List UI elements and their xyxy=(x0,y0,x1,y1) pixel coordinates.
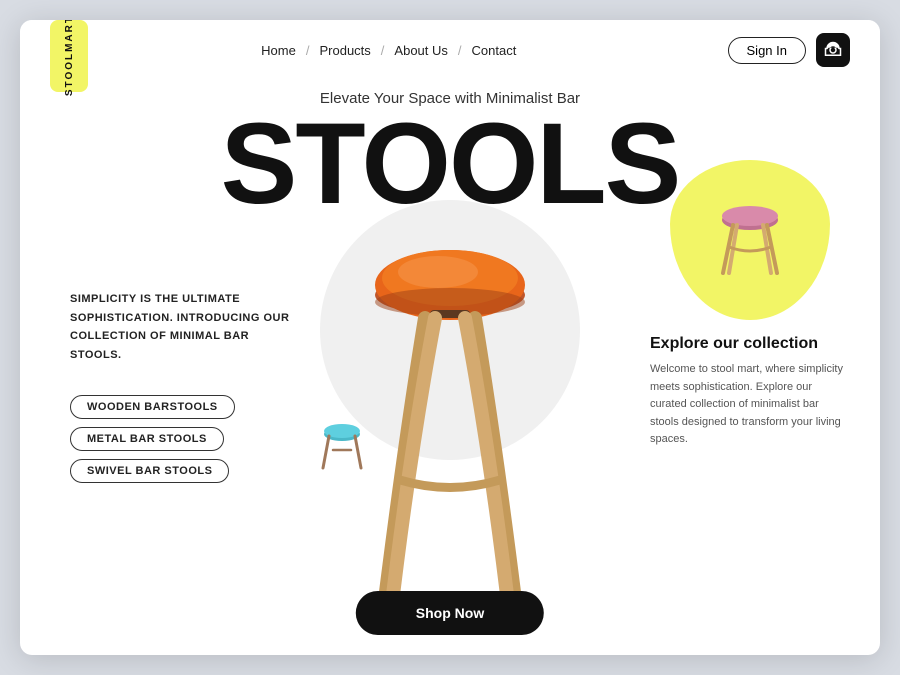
nav-products[interactable]: Products xyxy=(313,43,376,58)
small-stool-svg xyxy=(315,420,370,475)
nav-sep-1: / xyxy=(302,43,314,58)
tag-metal[interactable]: METAL BAR STOOLS xyxy=(70,427,224,451)
tags-list: WOODEN BARSTOOLS METAL BAR STOOLS SWIVEL… xyxy=(70,395,290,483)
explore-description: Welcome to stool mart, where simplicity … xyxy=(650,361,850,449)
logo-badge: STOOLMART xyxy=(50,20,88,92)
pink-stool-svg xyxy=(705,195,795,285)
nav-links: Home / Products / About Us / Contact xyxy=(255,43,522,58)
hero-tagline: SIMPLICITY IS THE ULTIMATE SOPHISTICATIO… xyxy=(70,290,290,365)
explore-title: Explore our collection xyxy=(650,335,850,353)
small-stool-image xyxy=(315,420,365,470)
main-stool-image xyxy=(300,140,600,640)
hero-left-content: SIMPLICITY IS THE ULTIMATE SOPHISTICATIO… xyxy=(70,290,290,483)
nav-sep-2: / xyxy=(377,43,389,58)
nav-sep-3: / xyxy=(454,43,466,58)
tag-swivel[interactable]: SWIVEL BAR STOOLS xyxy=(70,459,229,483)
nav-actions: Sign In xyxy=(728,33,850,67)
nav-home[interactable]: Home xyxy=(255,43,302,58)
right-panel: Explore our collection Welcome to stool … xyxy=(650,160,850,449)
sign-in-button[interactable]: Sign In xyxy=(728,37,806,64)
hero-section: Elevate Your Space with Minimalist Bar S… xyxy=(20,80,880,655)
main-stool-svg xyxy=(310,140,590,655)
nav-about[interactable]: About Us xyxy=(388,43,453,58)
camera-icon xyxy=(824,41,842,59)
navbar: STOOLMART Home / Products / About Us / C… xyxy=(20,20,880,80)
cta-button[interactable]: Shop Now xyxy=(356,591,544,635)
yellow-shield-bg xyxy=(670,160,830,320)
nav-contact[interactable]: Contact xyxy=(466,43,523,58)
tag-wooden[interactable]: WOODEN BARSTOOLS xyxy=(70,395,235,419)
camera-button[interactable] xyxy=(816,33,850,67)
browser-window: STOOLMART Home / Products / About Us / C… xyxy=(20,20,880,655)
explore-section: Explore our collection Welcome to stool … xyxy=(650,335,850,449)
brand-name: STOOLMART xyxy=(64,20,75,97)
